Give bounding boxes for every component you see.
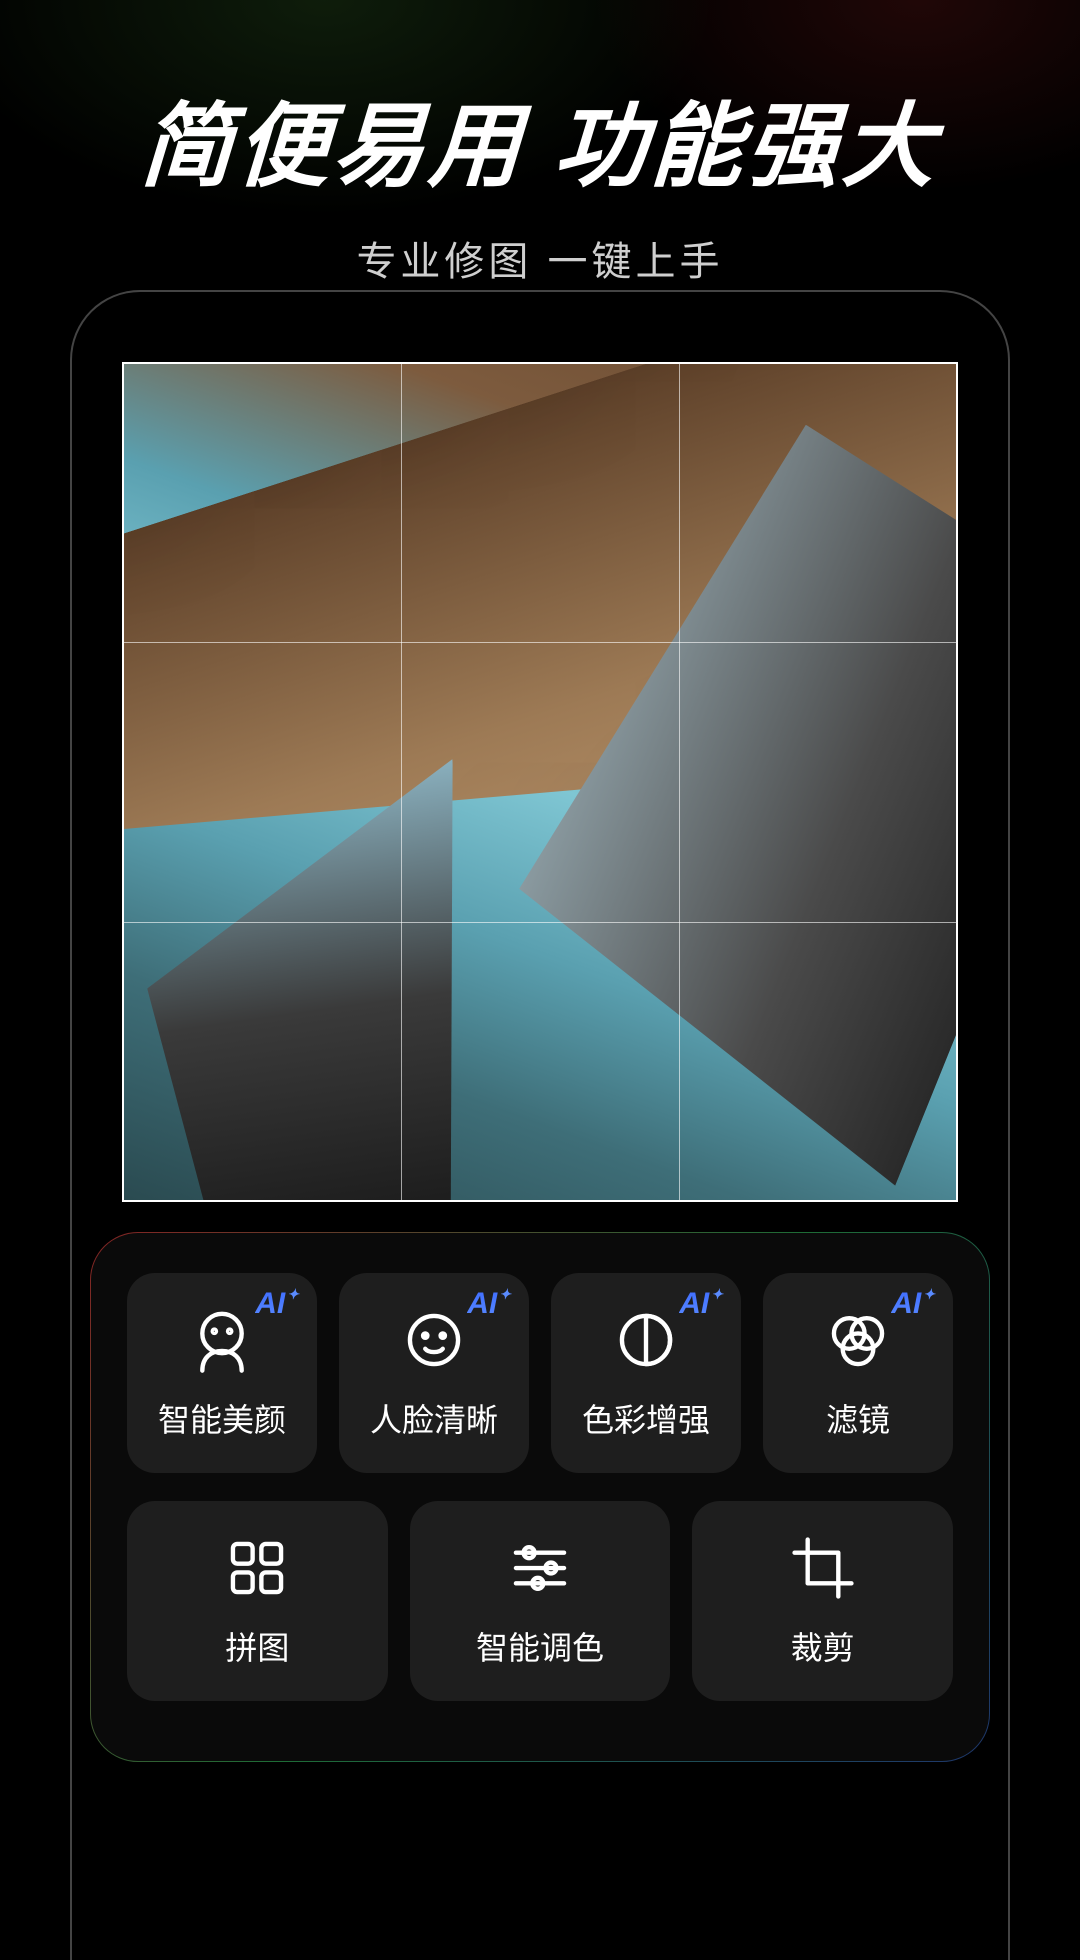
- face-beauty-icon: [187, 1305, 257, 1375]
- tool-crop[interactable]: 裁剪: [692, 1501, 953, 1701]
- photo-canvas[interactable]: [122, 362, 958, 1202]
- sliders-icon: [505, 1533, 575, 1603]
- hero: 简便易用 功能强大 专业修图 一键上手: [0, 0, 1080, 287]
- tool-label: 裁剪: [791, 1623, 855, 1669]
- tool-smart-color[interactable]: 智能调色: [410, 1501, 671, 1701]
- tool-face-clear[interactable]: AI 人脸清晰: [339, 1273, 529, 1473]
- crop-handle-top-right[interactable]: [916, 362, 958, 404]
- crop-icon: [788, 1533, 858, 1603]
- ai-badge-icon: AI: [679, 1287, 721, 1321]
- contrast-icon: [611, 1305, 681, 1375]
- hero-title: 简便易用 功能强大: [0, 72, 1080, 205]
- grid-icon: [222, 1533, 292, 1603]
- ai-badge-icon: AI: [467, 1287, 509, 1321]
- sample-photo: [122, 362, 958, 1202]
- ai-badge-icon: AI: [255, 1287, 297, 1321]
- tool-collage[interactable]: 拼图: [127, 1501, 388, 1701]
- tool-label: 拼图: [225, 1623, 289, 1669]
- phone-frame: AI 智能美颜 AI 人脸清晰 AI 色彩增强: [70, 290, 1010, 1960]
- tool-label: 色彩增强: [582, 1395, 710, 1441]
- tool-row-1: AI 智能美颜 AI 人脸清晰 AI 色彩增强: [127, 1273, 953, 1473]
- ai-badge-icon: AI: [891, 1287, 933, 1321]
- tool-row-2: 拼图 智能调色 裁剪: [127, 1501, 953, 1701]
- tool-filter[interactable]: AI 滤镜: [763, 1273, 953, 1473]
- crop-handle-top-left[interactable]: [122, 362, 164, 404]
- tool-smart-beauty[interactable]: AI 智能美颜: [127, 1273, 317, 1473]
- tool-panel: AI 智能美颜 AI 人脸清晰 AI 色彩增强: [90, 1232, 990, 1762]
- face-clear-icon: [399, 1305, 469, 1375]
- tool-label: 人脸清晰: [370, 1395, 498, 1441]
- tool-label: 智能美颜: [158, 1395, 286, 1441]
- filter-icon: [823, 1305, 893, 1375]
- hero-subtitle: 专业修图 一键上手: [0, 229, 1080, 287]
- tool-label: 智能调色: [476, 1623, 604, 1669]
- tool-label: 滤镜: [826, 1395, 890, 1441]
- tool-color-enhance[interactable]: AI 色彩增强: [551, 1273, 741, 1473]
